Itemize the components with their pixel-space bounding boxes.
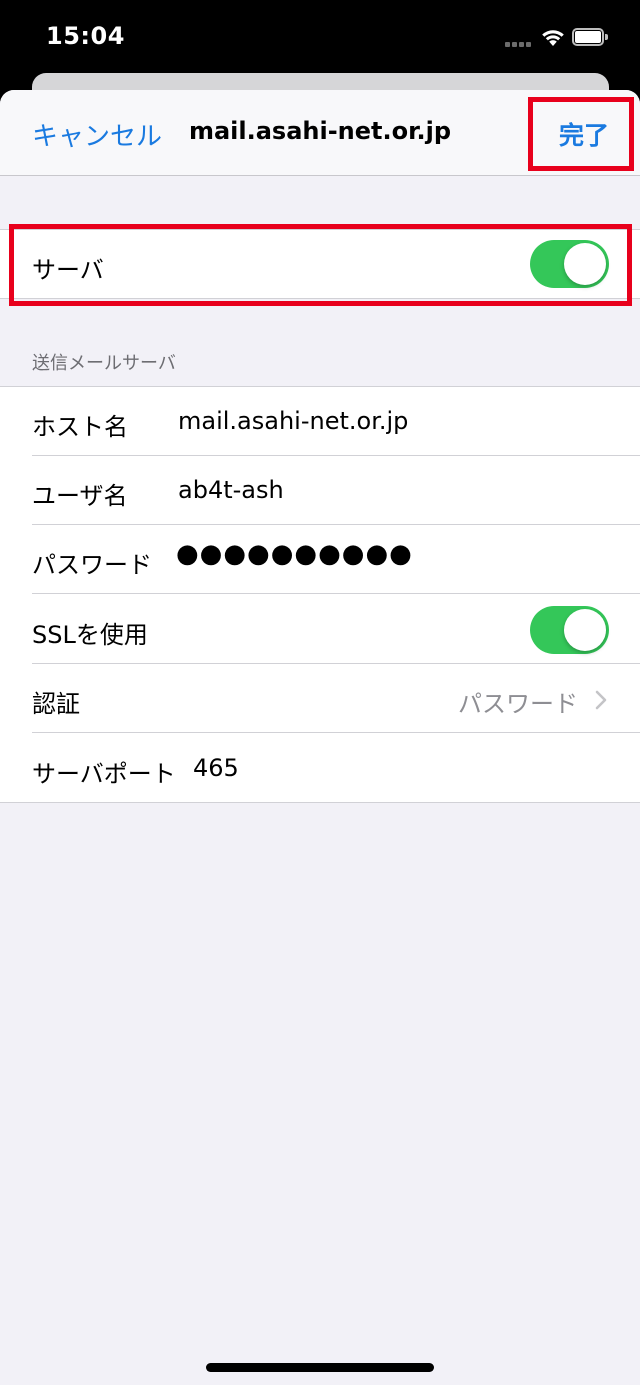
done-button[interactable]: 完了 xyxy=(559,116,609,152)
username-row[interactable]: ユーザ名 ab4t-ash xyxy=(0,456,640,525)
wifi-icon xyxy=(542,30,564,46)
status-bar: 15:04 xyxy=(0,0,640,74)
host-row[interactable]: ホスト名 mail.asahi-net.or.jp xyxy=(0,387,640,456)
settings-sheet: キャンセル mail.asahi-net.or.jp 完了 サーバ 送信メールサ… xyxy=(0,90,640,1385)
page-title: mail.asahi-net.or.jp xyxy=(188,117,452,145)
auth-row[interactable]: 認証 パスワード xyxy=(0,664,640,733)
port-row[interactable]: サーバポート 465 xyxy=(0,734,640,803)
username-label: ユーザ名 xyxy=(32,482,128,510)
ssl-row: SSLを使用 xyxy=(0,595,640,664)
chevron-right-icon xyxy=(595,690,607,710)
ssl-label: SSLを使用 xyxy=(32,621,148,649)
cancel-button[interactable]: キャンセル xyxy=(32,116,162,153)
divider xyxy=(32,593,640,594)
port-field[interactable]: 465 xyxy=(193,754,239,782)
divider xyxy=(32,732,640,733)
status-time: 15:04 xyxy=(46,22,125,50)
password-label: パスワード xyxy=(32,551,152,579)
server-toggle[interactable] xyxy=(530,240,609,288)
signal-icon xyxy=(505,39,535,47)
password-row[interactable]: パスワード ●●●●●●●●●● xyxy=(0,525,640,594)
password-field[interactable]: ●●●●●●●●●● xyxy=(176,539,413,569)
host-field[interactable]: mail.asahi-net.or.jp xyxy=(178,407,408,435)
smtp-section-header: 送信メールサーバ xyxy=(32,353,176,374)
nav-bar: キャンセル mail.asahi-net.or.jp 完了 xyxy=(0,90,640,176)
toggle-knob xyxy=(564,243,606,285)
host-label: ホスト名 xyxy=(32,413,128,441)
server-group: サーバ xyxy=(0,229,640,299)
server-label: サーバ xyxy=(32,256,104,284)
ssl-toggle[interactable] xyxy=(530,606,609,654)
smtp-group: ホスト名 mail.asahi-net.or.jp ユーザ名 ab4t-ash … xyxy=(0,386,640,803)
auth-label: 認証 xyxy=(32,690,80,718)
username-field[interactable]: ab4t-ash xyxy=(178,476,284,504)
home-indicator[interactable] xyxy=(206,1363,434,1372)
battery-icon xyxy=(572,28,612,48)
port-label: サーバポート xyxy=(32,760,176,788)
toggle-knob xyxy=(564,609,606,651)
auth-value: パスワード xyxy=(458,690,578,718)
